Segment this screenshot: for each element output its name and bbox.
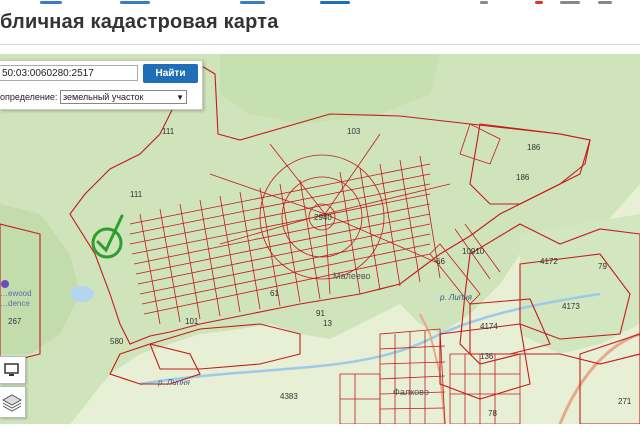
parcel-label: 91 — [316, 309, 325, 318]
layers-icon — [1, 394, 23, 412]
parcel-label: 10910 — [462, 247, 485, 256]
river-label: р. Липня — [439, 293, 473, 302]
poi-label: …dence — [0, 299, 30, 308]
parcel-label: 111 — [162, 127, 175, 136]
parcel-label: 66 — [436, 257, 445, 266]
poi-icon — [1, 280, 9, 288]
chevron-down-icon: ▼ — [176, 93, 184, 102]
definition-select-value: земельный участок — [63, 92, 144, 102]
settlement-label: Малеево — [333, 271, 371, 281]
monitor-icon — [4, 363, 19, 376]
bottom-strip — [0, 424, 640, 440]
page-title: бличная кадастровая карта — [0, 11, 279, 33]
parcel-label: 103 — [347, 127, 361, 136]
parcel-label: 580 — [110, 337, 124, 346]
pond — [70, 286, 94, 302]
parcel-label: 79 — [598, 262, 607, 271]
parcel-label: 101 — [185, 317, 199, 326]
search-panel: 50:03:0060280:2517 Найти определение: зе… — [0, 60, 203, 110]
parcel-label: 271 — [618, 397, 632, 406]
parcel-label: 4174 — [480, 322, 498, 331]
find-button[interactable]: Найти — [143, 64, 198, 83]
parcel-label: 267 — [8, 317, 22, 326]
parcel-label: 4173 — [562, 302, 580, 311]
header-divider — [0, 44, 640, 45]
definition-select[interactable]: земельный участок ▼ — [60, 90, 187, 104]
river-label: р. Липня — [157, 378, 191, 387]
cadastral-number-input[interactable]: 50:03:0060280:2517 — [0, 65, 138, 81]
parcel-label: 61 — [270, 289, 279, 298]
definition-label: определение: — [0, 92, 58, 102]
parcel-label: 4172 — [540, 257, 558, 266]
parcel-label: 4383 — [280, 392, 298, 401]
parcel-label: 111 — [130, 190, 143, 199]
page-header: бличная кадастровая карта — [0, 6, 640, 42]
parcel-label: 186 — [527, 143, 541, 152]
parcel-label: 136 — [480, 352, 494, 361]
settlement-label: Фалково — [393, 387, 429, 397]
poi-label: …ewood — [0, 289, 32, 298]
parcel-label: 13 — [323, 319, 332, 328]
parcel-label: 186 — [516, 173, 530, 182]
monitor-button[interactable] — [0, 356, 26, 384]
parcel-label: 78 — [488, 409, 497, 418]
parcel-label: 2940 — [314, 213, 332, 222]
layers-button[interactable] — [0, 386, 26, 418]
